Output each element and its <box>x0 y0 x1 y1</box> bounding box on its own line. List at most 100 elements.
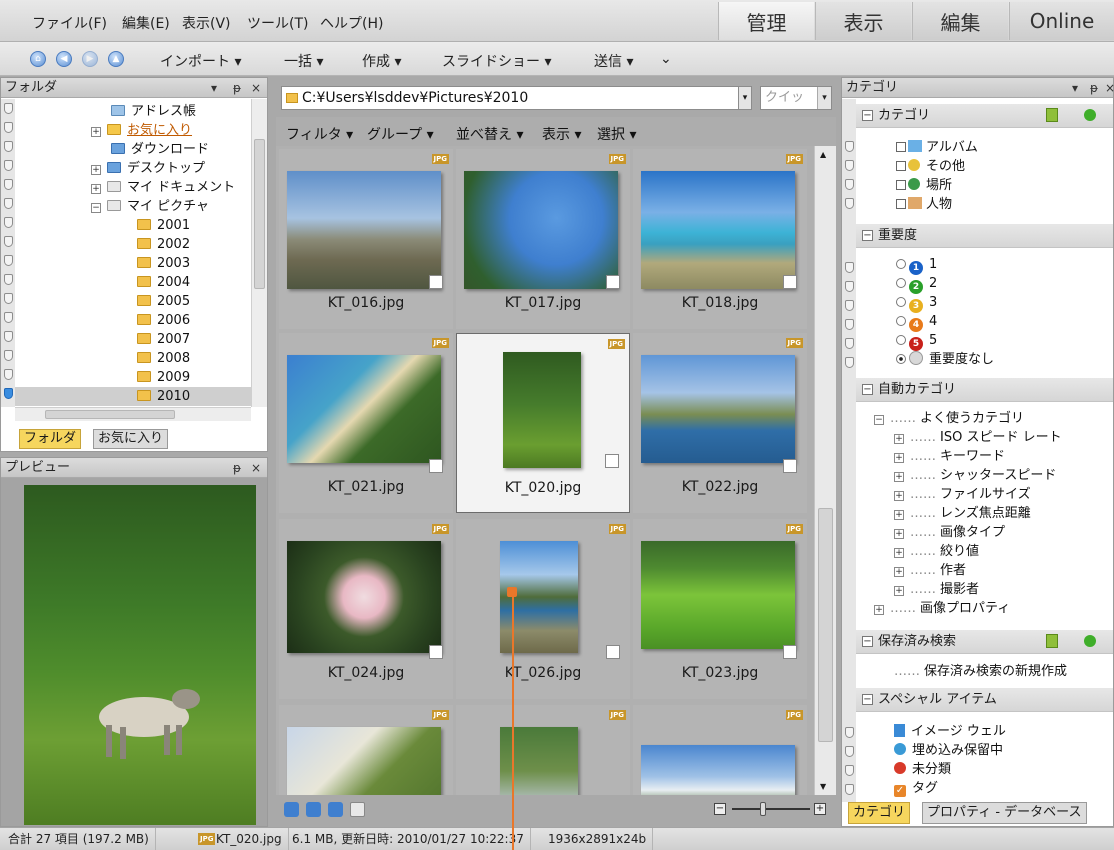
quick-search-input[interactable]: クイッ ▾ <box>760 86 832 110</box>
tree-item-2009[interactable]: 2009 <box>137 368 190 387</box>
tree-item-2004[interactable]: 2004 <box>137 273 190 292</box>
category-item-place[interactable]: 場所 <box>896 176 952 195</box>
thumbnail-cell-selected[interactable]: JPG KT_020.jpg <box>456 333 630 513</box>
menu-edit[interactable]: 編集(E) <box>122 13 170 33</box>
special-item-uncategorized[interactable]: 未分類 <box>894 760 951 779</box>
pin-icon[interactable]: ᵽ <box>233 458 241 478</box>
slideshow-menu[interactable]: スライドショー ▾ <box>442 51 551 71</box>
expand-icon[interactable]: + <box>91 165 101 175</box>
view-menu[interactable]: 表示 ▾ <box>542 124 581 144</box>
collapse-icon[interactable]: − <box>862 110 873 121</box>
expand-icon[interactable]: + <box>894 586 904 596</box>
tree-item-2007[interactable]: 2007 <box>137 330 190 349</box>
thumbnail-cell[interactable]: JPG KT_024.jpg <box>279 519 453 699</box>
auto-item[interactable]: +…… 画像タイプ <box>894 523 1005 542</box>
tab-favorites[interactable]: お気に入り <box>93 429 169 449</box>
select-checkbox[interactable] <box>429 645 443 659</box>
zoom-in-icon[interactable]: + <box>814 803 826 815</box>
select-checkbox[interactable] <box>429 459 443 473</box>
import-menu[interactable]: インポート ▾ <box>160 51 241 71</box>
expand-icon[interactable]: + <box>894 567 904 577</box>
select-checkbox[interactable] <box>783 275 797 289</box>
section-category-header[interactable]: − カテゴリ <box>856 104 1113 128</box>
tree-item-favorites[interactable]: + お気に入り <box>91 121 192 140</box>
folder-hscroll[interactable] <box>15 407 251 421</box>
tree-item-2005[interactable]: 2005 <box>137 292 190 311</box>
auto-item[interactable]: +…… 絞り値 <box>894 542 979 561</box>
tree-item-documents[interactable]: + マイ ドキュメント <box>91 178 235 197</box>
special-item-pending[interactable]: 埋め込み保留中 <box>894 741 1003 760</box>
checkbox[interactable] <box>896 199 906 209</box>
expand-icon[interactable]: + <box>894 529 904 539</box>
thumbnail-cell[interactable]: JPG KT_018.jpg <box>633 149 807 329</box>
add-icon[interactable] <box>1084 109 1096 121</box>
thumbnail-cell[interactable]: JPG KT_017.jpg <box>456 149 630 329</box>
section-rating-header[interactable]: − 重要度 <box>856 224 1113 248</box>
book-icon[interactable] <box>1046 634 1058 648</box>
rating-item-3[interactable]: 33 <box>896 293 937 313</box>
scroll-thumb[interactable] <box>45 410 175 419</box>
menu-file[interactable]: ファイル(F) <box>32 13 107 33</box>
checkbox[interactable] <box>896 180 906 190</box>
tree-item-2008[interactable]: 2008 <box>137 349 190 368</box>
pin-icon[interactable]: ᵽ <box>233 78 241 98</box>
tree-item-2002[interactable]: 2002 <box>137 235 190 254</box>
radio[interactable] <box>896 259 906 269</box>
mode-online-tab[interactable]: Online <box>1009 2 1114 40</box>
tree-item-pictures[interactable]: − マイ ピクチャ <box>91 197 209 216</box>
slideshow-icon[interactable] <box>284 802 299 817</box>
select-checkbox[interactable] <box>783 645 797 659</box>
thumbnail-cell[interactable]: JPG KT_021.jpg <box>279 333 453 513</box>
rating-item-5[interactable]: 55 <box>896 331 937 351</box>
folder-vscroll[interactable] <box>251 99 267 407</box>
add-icon[interactable] <box>1084 635 1096 647</box>
close-icon[interactable]: × <box>1105 78 1114 98</box>
rotate-right-icon[interactable] <box>328 802 343 817</box>
collapse-icon[interactable]: − <box>862 384 873 395</box>
select-checkbox[interactable] <box>606 645 620 659</box>
select-checkbox[interactable] <box>783 459 797 473</box>
tab-categories[interactable]: カテゴリ <box>848 802 911 824</box>
menu-view[interactable]: 表示(V) <box>182 13 231 33</box>
back-icon[interactable]: ◀ <box>56 51 72 67</box>
auto-item[interactable]: +…… ISO スピード レート <box>894 428 1062 447</box>
tree-item-2010[interactable]: 2010 <box>15 387 251 406</box>
auto-item[interactable]: +…… 撮影者 <box>894 580 979 599</box>
section-saved-header[interactable]: − 保存済み検索 <box>856 630 1113 654</box>
tree-item-desktop[interactable]: + デスクトップ <box>91 159 205 178</box>
forward-icon[interactable]: ▶ <box>82 51 98 67</box>
tab-properties-database[interactable]: プロパティ - データベース <box>922 802 1087 824</box>
close-icon[interactable]: × <box>251 458 261 478</box>
filter-menu[interactable]: フィルタ ▾ <box>286 124 353 144</box>
auto-item[interactable]: +…… シャッタースピード <box>894 466 1056 485</box>
print-icon[interactable] <box>350 802 365 817</box>
pin-icon[interactable]: ᵽ <box>1090 78 1098 98</box>
rotate-left-icon[interactable] <box>306 802 321 817</box>
select-checkbox[interactable] <box>429 275 443 289</box>
select-checkbox[interactable] <box>606 275 620 289</box>
create-menu[interactable]: 作成 ▾ <box>362 51 401 71</box>
mode-view-tab[interactable]: 表示 <box>815 2 911 40</box>
panel-menu-icon[interactable]: ▾ <box>211 78 217 98</box>
close-icon[interactable]: × <box>251 78 261 98</box>
thumbnail-cell[interactable]: JPG KT_022.jpg <box>633 333 807 513</box>
grid-vscroll[interactable]: ▲ ▼ <box>814 146 836 821</box>
scroll-thumb[interactable] <box>254 139 265 289</box>
scroll-down-icon[interactable]: ▼ <box>820 782 826 791</box>
tree-item-2003[interactable]: 2003 <box>137 254 190 273</box>
section-auto-header[interactable]: − 自動カテゴリ <box>856 378 1113 402</box>
select-menu[interactable]: 選択 ▾ <box>597 124 636 144</box>
select-checkbox[interactable] <box>605 454 619 468</box>
expand-icon[interactable]: + <box>894 472 904 482</box>
category-item-people[interactable]: 人物 <box>896 195 952 214</box>
collapse-icon[interactable]: − <box>862 230 873 241</box>
thumbnail-cell[interactable]: JPG KT_016.jpg <box>279 149 453 329</box>
special-item-image-well[interactable]: イメージ ウェル <box>894 722 1006 741</box>
toolbar-overflow[interactable]: ⌄ <box>660 51 672 67</box>
batch-menu[interactable]: 一括 ▾ <box>284 51 323 71</box>
thumbnail-cell[interactable]: JPG KT_026.jpg <box>456 519 630 699</box>
collapse-icon[interactable]: − <box>862 694 873 705</box>
thumbnail-cell[interactable]: JPG KT_023.jpg <box>633 519 807 699</box>
expand-icon[interactable]: + <box>91 184 101 194</box>
radio[interactable] <box>896 278 906 288</box>
